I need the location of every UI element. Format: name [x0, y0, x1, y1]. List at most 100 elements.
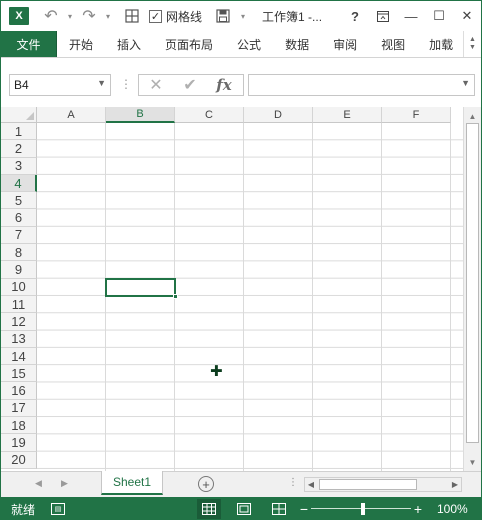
chevron-up-icon[interactable]: ▲ — [469, 36, 476, 44]
cell-area[interactable] — [37, 123, 463, 471]
zoom-in-button[interactable]: + — [413, 501, 423, 517]
restore-button[interactable]: ☐ — [425, 1, 453, 31]
row-header[interactable]: 4 — [1, 174, 37, 193]
customize-qat-icon[interactable]: ▾ — [238, 5, 248, 27]
view-buttons — [197, 499, 302, 519]
chevron-down-icon[interactable]: ▼ — [97, 78, 106, 88]
row-header[interactable]: 19 — [1, 434, 37, 452]
active-cell-b4[interactable] — [105, 278, 176, 297]
prev-sheet-icon[interactable]: ◀ — [35, 478, 42, 489]
vertical-scrollbar[interactable]: ▲ ▼ — [463, 107, 481, 471]
macro-record-icon[interactable]: ▤ — [51, 503, 66, 515]
gridlines-checkbox[interactable]: ✓ — [149, 9, 162, 23]
row-header[interactable]: 20 — [1, 451, 37, 469]
scroll-up-icon[interactable]: ▲ — [464, 109, 481, 123]
tab-add-ins[interactable]: 加载 — [417, 31, 453, 57]
row-header[interactable]: 6 — [1, 209, 37, 227]
column-header[interactable]: A — [37, 107, 106, 123]
tab-splitter[interactable]: ⋮ — [288, 477, 298, 488]
zoom-control: − + 100% — [299, 501, 468, 517]
minimize-button[interactable]: — — [397, 1, 425, 31]
tab-data[interactable]: 数据 — [273, 31, 321, 57]
help-button[interactable]: ? — [341, 1, 369, 31]
formula-bar-splitter[interactable]: ⋮ — [120, 77, 132, 91]
page-layout-icon[interactable] — [232, 499, 256, 519]
sheet-tab-sheet1[interactable]: Sheet1 — [101, 471, 163, 495]
save-icon[interactable] — [212, 5, 234, 27]
tab-page-layout[interactable]: 页面布局 — [153, 31, 225, 57]
column-header[interactable]: D — [244, 107, 313, 123]
row-header[interactable]: 7 — [1, 226, 37, 245]
zoom-slider-knob[interactable] — [361, 503, 365, 515]
status-bar: 就绪 ▤ − + 100% — [1, 497, 481, 519]
title-bar: X ↶ ▾ ↷ ▾ ✓ 网格线 ▾ 工作簿1 -... ? — ☐ ✕ — [1, 1, 481, 31]
insert-function-button[interactable]: fx — [207, 76, 241, 94]
row-header[interactable]: 5 — [1, 192, 37, 210]
formula-input[interactable]: ▼ — [248, 74, 475, 96]
row-header[interactable]: 9 — [1, 261, 37, 279]
row-header[interactable]: 2 — [1, 140, 37, 158]
row-header[interactable]: 12 — [1, 313, 37, 331]
row-header[interactable]: 18 — [1, 417, 37, 435]
fill-handle[interactable] — [173, 294, 178, 299]
column-header[interactable]: B — [106, 107, 175, 123]
table-icon[interactable] — [119, 5, 145, 27]
undo-dropdown-icon[interactable]: ▾ — [65, 5, 75, 27]
window-controls: ? — ☐ ✕ — [341, 1, 481, 31]
tab-insert[interactable]: 插入 — [105, 31, 153, 57]
horizontal-scrollbar[interactable]: ◀ ▶ — [304, 477, 462, 492]
select-all-corner[interactable] — [1, 107, 37, 123]
row-header[interactable]: 15 — [1, 365, 37, 383]
row-headers: 1 2 3 4 5 6 7 8 9 10 11 12 13 14 15 16 17 18 19 20 — [1, 123, 37, 469]
tab-strip: 开始 插入 页面布局 公式 数据 审阅 视图 加载 — [57, 31, 463, 57]
undo-icon[interactable]: ↶ — [37, 5, 65, 27]
normal-view-icon[interactable] — [197, 499, 221, 519]
document-title: 工作簿1 -... — [262, 9, 323, 24]
row-header[interactable]: 13 — [1, 330, 37, 348]
tab-file[interactable]: 文件 — [1, 31, 57, 57]
ribbon-display-options-icon[interactable] — [369, 1, 397, 31]
row-header[interactable]: 17 — [1, 399, 37, 418]
column-header[interactable]: E — [313, 107, 382, 123]
close-button[interactable]: ✕ — [453, 1, 481, 31]
chevron-down-icon[interactable]: ▼ — [469, 44, 476, 52]
row-header[interactable]: 11 — [1, 295, 37, 314]
scroll-down-icon[interactable]: ▼ — [464, 455, 481, 469]
quick-access-toolbar: X ↶ ▾ ↷ ▾ ✓ 网格线 ▾ 工作簿1 -... — [1, 1, 322, 31]
enter-icon[interactable]: ✔ — [173, 75, 207, 95]
expand-formula-bar-icon[interactable]: ▼ — [461, 78, 470, 88]
vertical-scroll-thumb[interactable] — [466, 123, 479, 443]
tab-home[interactable]: 开始 — [57, 31, 105, 57]
tab-formulas[interactable]: 公式 — [225, 31, 273, 57]
zoom-slider[interactable] — [311, 501, 411, 517]
next-sheet-icon[interactable]: ▶ — [61, 478, 68, 489]
scroll-left-icon[interactable]: ◀ — [305, 478, 317, 491]
formula-buttons: ✕ ✔ fx — [138, 74, 244, 96]
row-header[interactable]: 8 — [1, 244, 37, 262]
ribbon-tabs: 文件 开始 插入 页面布局 公式 数据 审阅 视图 加载 ▲ ▼ — [1, 31, 481, 57]
cancel-icon[interactable]: ✕ — [139, 75, 173, 95]
row-header[interactable]: 3 — [1, 157, 37, 175]
ribbon-scroll[interactable]: ▲ ▼ — [463, 31, 481, 57]
column-header[interactable]: F — [382, 107, 451, 123]
excel-window: X ↶ ▾ ↷ ▾ ✓ 网格线 ▾ 工作簿1 -... ? — ☐ ✕ 文件 开… — [0, 0, 482, 520]
tab-review[interactable]: 审阅 — [321, 31, 369, 57]
cell-cursor-icon: ✚ — [210, 363, 223, 380]
zoom-out-button[interactable]: − — [299, 501, 309, 517]
scroll-right-icon[interactable]: ▶ — [449, 478, 461, 491]
zoom-level[interactable]: 100% — [437, 502, 468, 516]
row-header[interactable]: 14 — [1, 347, 37, 366]
redo-icon[interactable]: ↷ — [75, 5, 103, 27]
tab-view[interactable]: 视图 — [369, 31, 417, 57]
row-header[interactable]: 10 — [1, 278, 37, 296]
add-sheet-button[interactable]: + — [198, 476, 214, 492]
horizontal-scroll-thumb[interactable] — [319, 479, 417, 490]
page-break-icon[interactable] — [267, 499, 291, 519]
row-header[interactable]: 16 — [1, 382, 37, 400]
row-header[interactable]: 1 — [1, 123, 37, 141]
redo-dropdown-icon[interactable]: ▾ — [103, 5, 113, 27]
formula-bar-area: B4 ▼ ⋮ ✕ ✔ fx ▼ — [1, 57, 481, 107]
name-box[interactable]: B4 ▼ — [9, 74, 111, 96]
column-header[interactable]: C — [175, 107, 244, 123]
column-headers: ABCDEF — [37, 107, 451, 123]
